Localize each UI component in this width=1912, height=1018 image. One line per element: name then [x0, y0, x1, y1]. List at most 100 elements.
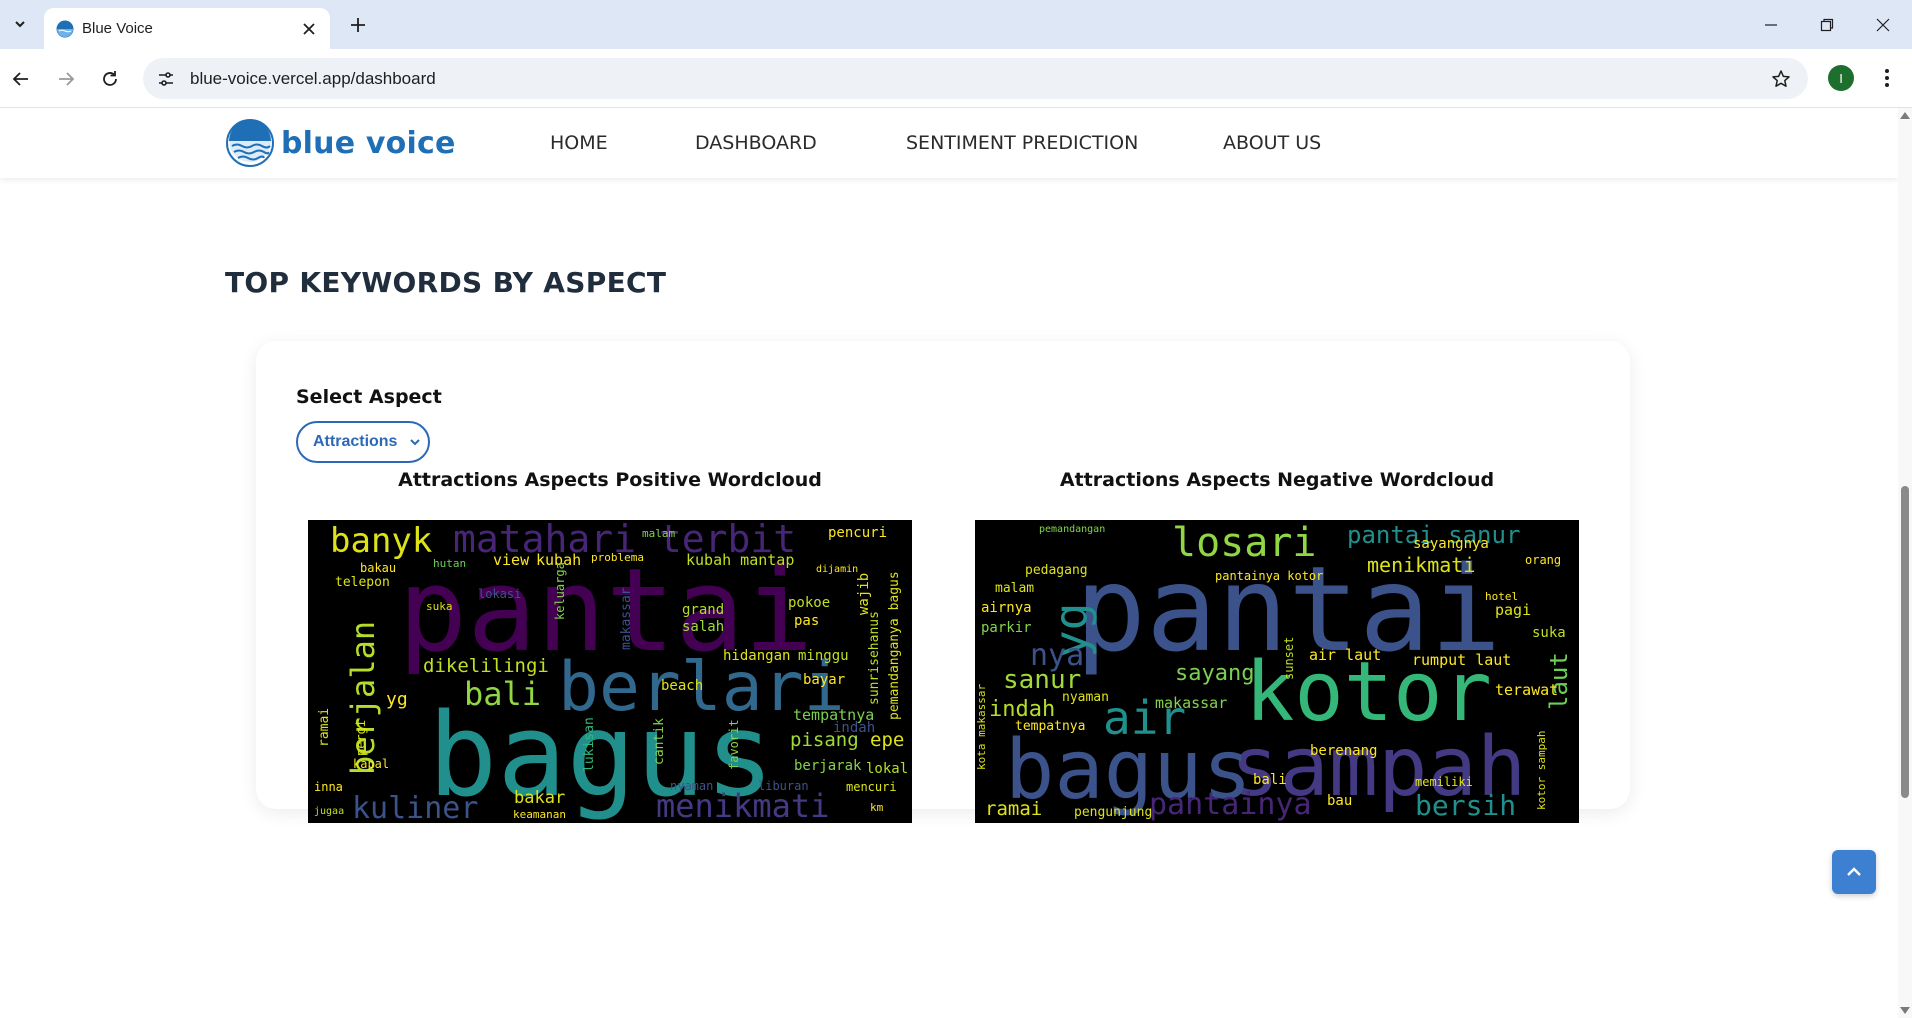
nav-about-us[interactable]: ABOUT US [1223, 132, 1321, 154]
wc-word: lokasi [478, 587, 521, 601]
wc-word: pencuri [828, 525, 887, 541]
select-aspect-label: Select Aspect [296, 386, 442, 408]
wc-word: km [870, 801, 884, 814]
wc-word: malam [995, 581, 1034, 596]
wc-word: losari [1172, 520, 1317, 566]
wc-word: hutan [433, 557, 466, 570]
wc-word: inna [314, 780, 343, 794]
wc-word: parkir [981, 620, 1032, 636]
minimize-icon [1765, 23, 1777, 26]
back-button[interactable] [5, 63, 37, 95]
wc-word: pantainya [1149, 787, 1312, 822]
wc-word: problema [591, 551, 644, 564]
wc-word: kuliner [352, 791, 478, 823]
profile-avatar[interactable]: I [1828, 65, 1854, 91]
wc-word: pemandangan [1039, 524, 1105, 535]
nav-sentiment-prediction[interactable]: SENTIMENT PREDICTION [906, 132, 1138, 154]
wc-word: bakar [514, 788, 565, 808]
nav-home[interactable]: HOME [550, 132, 608, 154]
wc-word: suka [1532, 625, 1566, 641]
wc-word: menikmati [1367, 553, 1475, 577]
address-bar[interactable]: blue-voice.vercel.app/dashboard [143, 58, 1808, 99]
wc-word: kota makassar [975, 684, 988, 770]
positive-wordcloud-title: Attractions Aspects Positive Wordcloud [398, 469, 822, 491]
wc-word: bayar [803, 672, 845, 688]
wc-word: pengunjung [1074, 805, 1152, 820]
wc-word: favorit [727, 719, 741, 770]
restore-button[interactable] [1799, 0, 1855, 49]
wc-word: pagi [1495, 601, 1531, 619]
site-info-button[interactable] [151, 64, 181, 94]
negative-wordcloud-title: Attractions Aspects Negative Wordcloud [1059, 469, 1495, 491]
back-to-top-button[interactable] [1832, 850, 1876, 894]
wc-word: bali [1253, 772, 1287, 788]
scroll-thumb[interactable] [1901, 486, 1909, 798]
wc-word: airnya [981, 600, 1032, 616]
reload-button[interactable] [94, 63, 126, 95]
logo-wave-icon [226, 119, 274, 167]
star-icon [1772, 70, 1790, 87]
tune-icon [159, 72, 173, 86]
wc-word: terawat [1495, 681, 1558, 699]
wc-word: kapal [353, 757, 389, 771]
tab-search-button[interactable] [6, 10, 34, 38]
wc-word: minggu [798, 648, 849, 664]
bookmark-button[interactable] [1768, 66, 1794, 92]
minimize-button[interactable] [1743, 0, 1799, 49]
site-header: blue voice HOME DASHBOARD SENTIMENT PRED… [0, 108, 1898, 178]
scroll-up-arrow-icon[interactable] [1900, 112, 1910, 119]
wc-word: kotor sampah [1535, 731, 1548, 810]
logo-text: blue voice [281, 125, 456, 161]
browser-tab-active[interactable]: Blue Voice [44, 8, 330, 49]
close-window-button[interactable] [1855, 0, 1911, 49]
scroll-down-arrow-icon[interactable] [1900, 1007, 1910, 1014]
wc-word: pergi [354, 720, 368, 756]
negative-wordcloud-svg: pantai kotor sampah bagus losari pantai … [975, 520, 1573, 822]
page-viewport: blue voice HOME DASHBOARD SENTIMENT PRED… [0, 108, 1898, 1018]
wc-word: grand [682, 602, 724, 618]
wc-word: berjarak [794, 758, 862, 774]
browser-menu-button[interactable] [1872, 63, 1902, 93]
plus-icon [351, 18, 365, 32]
wc-word: pas [794, 613, 819, 629]
favicon-icon [56, 20, 74, 38]
forward-button[interactable] [50, 63, 82, 95]
wc-word: sayang [1175, 661, 1254, 686]
arrow-left-icon [12, 72, 28, 86]
wc-word: hotel [1485, 590, 1518, 603]
wc-word: berenang [1310, 743, 1377, 759]
wc-word: pokoe [788, 595, 830, 611]
wc-word: telepon [335, 575, 390, 590]
tab-close-button[interactable] [298, 18, 320, 40]
wc-word: ramai [985, 798, 1042, 820]
wc-word: sunrisehanus [867, 611, 882, 705]
wc-word: liburan [758, 779, 809, 793]
positive-wordcloud-svg: berlari pantai bagus matahari terbit ban… [314, 520, 908, 823]
wc-word: nyaman [670, 779, 713, 793]
wc-word: memiliki [1415, 775, 1473, 789]
keywords-card: Select Aspect Attractions Attractions As… [256, 341, 1630, 823]
section-title: TOP KEYWORDS BY ASPECT [225, 266, 667, 299]
tab-title: Blue Voice [82, 20, 153, 37]
wc-word: view [493, 551, 530, 569]
site-logo[interactable]: blue voice [226, 118, 456, 168]
chevron-down-icon [410, 439, 420, 446]
wc-word: sayangnya [1413, 536, 1489, 552]
wc-word: keamanan [513, 808, 566, 821]
wc-word: lukisan [582, 717, 597, 772]
chevron-up-icon [1847, 867, 1861, 876]
wc-word: hidangan [723, 648, 790, 664]
page-scrollbar[interactable] [1898, 108, 1912, 1018]
url-text[interactable]: blue-voice.vercel.app/dashboard [190, 69, 436, 89]
wc-word: ramai [317, 708, 332, 747]
wc-word: makassar [619, 587, 634, 650]
aspect-select-value: Attractions [313, 433, 398, 450]
more-vert-icon [1885, 69, 1889, 87]
wc-word: yg [386, 689, 408, 710]
close-icon [303, 23, 315, 35]
nav-dashboard[interactable]: DASHBOARD [695, 132, 817, 154]
new-tab-button[interactable] [344, 11, 372, 39]
wc-word: jugaa [314, 806, 344, 817]
aspect-select[interactable]: Attractions [296, 421, 430, 463]
negative-wordcloud-image: pantai kotor sampah bagus losari pantai … [975, 520, 1579, 823]
